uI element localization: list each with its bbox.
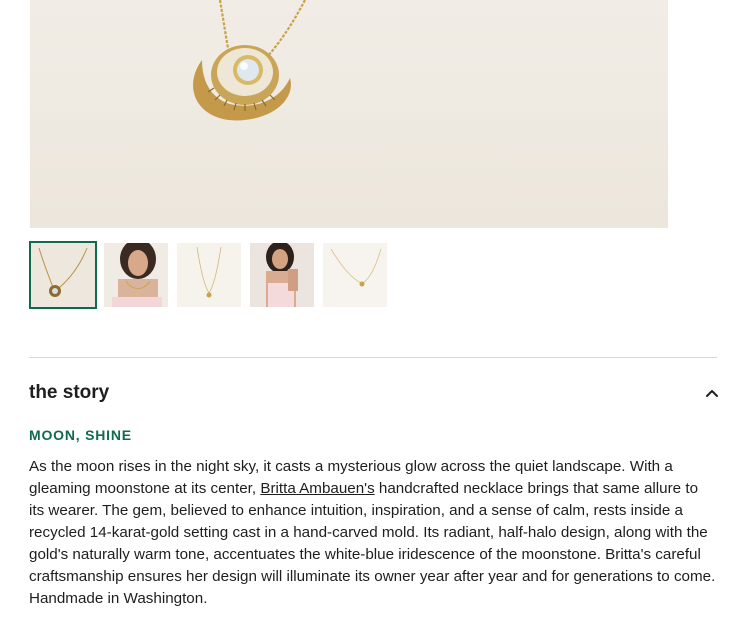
chevron-up-icon[interactable] [705, 386, 719, 400]
product-main-image[interactable] [30, 0, 668, 228]
designer-link[interactable]: Britta Ambauen's [260, 480, 374, 497]
thumbnail-5[interactable] [323, 243, 387, 307]
thumbnail-4[interactable] [250, 243, 314, 307]
story-title: the story [29, 382, 110, 403]
section-divider [29, 357, 717, 358]
thumbnail-2[interactable] [104, 243, 168, 307]
thumbnail-1[interactable] [29, 241, 97, 309]
story-accordion-toggle[interactable]: the story [29, 374, 719, 412]
necklace-pendant-image [193, 0, 306, 121]
story-subheading: MOON, SHINE [29, 427, 132, 443]
thumbnail-3[interactable] [177, 243, 241, 307]
story-text-part-2: handcrafted necklace brings that same al… [29, 480, 716, 607]
story-body: As the moon rises in the night sky, it c… [29, 456, 717, 610]
